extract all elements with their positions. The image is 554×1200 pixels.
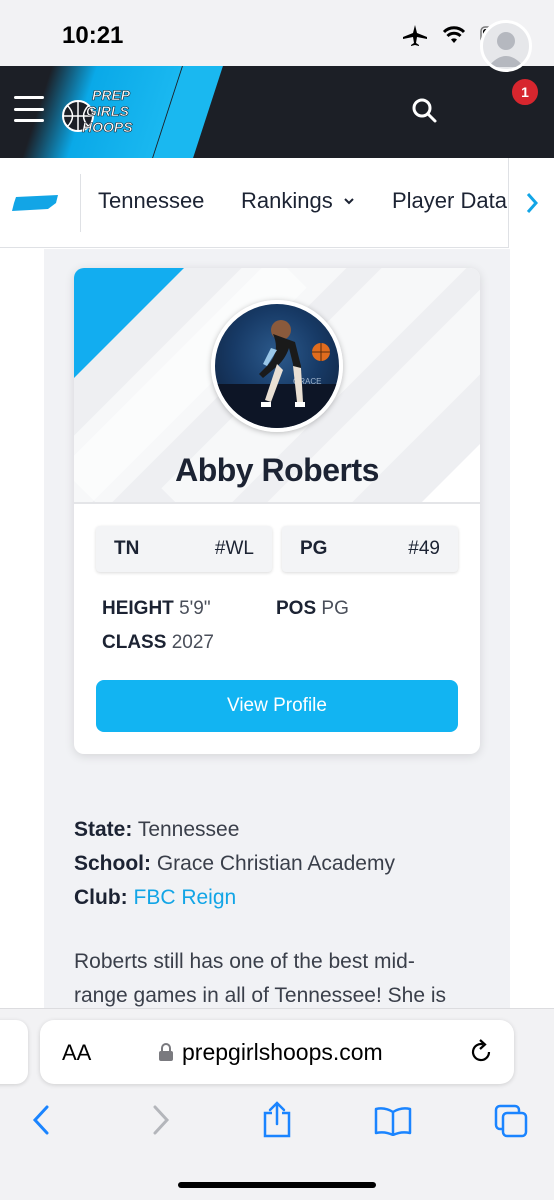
card-corner-accent [74,268,184,378]
nav-item-rankings[interactable]: Rankings [241,188,355,214]
height-label: HEIGHT [102,598,174,619]
state-line: State: Tennessee [74,818,239,842]
user-avatar[interactable] [480,20,532,72]
site-header: PREP GIRLS HOOPS [0,66,554,158]
aa-label: AA [62,1040,92,1065]
svg-text:PREP: PREP [92,87,131,103]
svg-text:GIRLS: GIRLS [86,103,129,119]
player-card: GRACE Abby Roberts TN #WL PG #49 HEIGHT … [74,268,480,754]
player-photo-image: GRACE [215,320,339,428]
nav-item-player-data[interactable]: Player Data [392,188,508,214]
tabs-icon[interactable] [494,1104,528,1138]
pos-label: POS [276,598,317,619]
notification-badge: 1 [510,77,540,107]
wifi-icon [442,26,466,43]
paragraph-line-1: Roberts still has one of the best mid- [74,950,415,973]
school-label: School: [74,852,151,875]
height-value: 5'9" [179,598,211,619]
lock-icon [159,1043,173,1061]
nav-item-tennessee[interactable]: Tennessee [98,188,204,214]
prep-girls-hoops-logo[interactable]: PREP GIRLS HOOPS [62,82,150,142]
position-stat: POS PG [276,598,349,620]
club-line: Club: FBC Reign [74,886,236,910]
school-value: Grace Christian Academy [156,852,395,875]
nav-scroll-right-button[interactable] [508,158,554,248]
chevron-down-icon [344,198,354,205]
card-separator [74,502,480,504]
class-stat: CLASS 2027 [102,632,214,654]
pos-value: PG [321,598,349,619]
player-name: Abby Roberts [175,452,379,488]
svg-text:HOOPS: HOOPS [82,119,133,135]
tennessee-state-icon[interactable] [12,195,60,213]
user-icon [488,32,524,67]
airplane-icon [403,25,427,46]
nav-divider [80,174,81,232]
class-label: CLASS [102,632,167,653]
reader-settings-button[interactable]: AA [62,1040,91,1066]
height-stat: HEIGHT 5'9" [102,598,211,620]
paragraph-line-2: range games in all of Tennessee! She is [74,984,447,1007]
state-rank-value: #WL [214,538,254,559]
search-icon[interactable] [410,96,438,124]
previous-tab-preview[interactable] [0,1020,28,1084]
home-indicator [178,1182,376,1188]
status-time: 10:21 [62,22,124,49]
state-value: Tennessee [137,818,240,841]
club-label: Club: [74,886,128,909]
share-icon[interactable] [262,1100,292,1138]
bookmarks-icon[interactable] [374,1106,412,1136]
nav-item-rankings-label: Rankings [241,188,333,213]
position-rank-value: #49 [408,538,440,559]
hamburger-menu-icon[interactable] [14,96,44,122]
reload-icon[interactable] [468,1038,494,1066]
view-profile-button[interactable]: View Profile [96,680,458,732]
status-bar: 10:21 [0,0,554,66]
forward-icon[interactable] [150,1104,172,1136]
position-rank-chip[interactable]: PG #49 [282,526,458,572]
chevron-right-icon [526,193,538,213]
url-text[interactable]: prepgirlshoops.com [182,1039,383,1066]
state-rank-label: TN [114,538,140,559]
club-link[interactable]: FBC Reign [134,886,237,909]
school-line: School: Grace Christian Academy [74,852,395,876]
state-label: State: [74,818,133,841]
position-rank-label: PG [300,538,328,559]
state-rank-chip[interactable]: TN #WL [96,526,272,572]
back-icon[interactable] [30,1104,52,1136]
player-photo[interactable]: GRACE [211,300,343,432]
class-value: 2027 [171,632,214,653]
